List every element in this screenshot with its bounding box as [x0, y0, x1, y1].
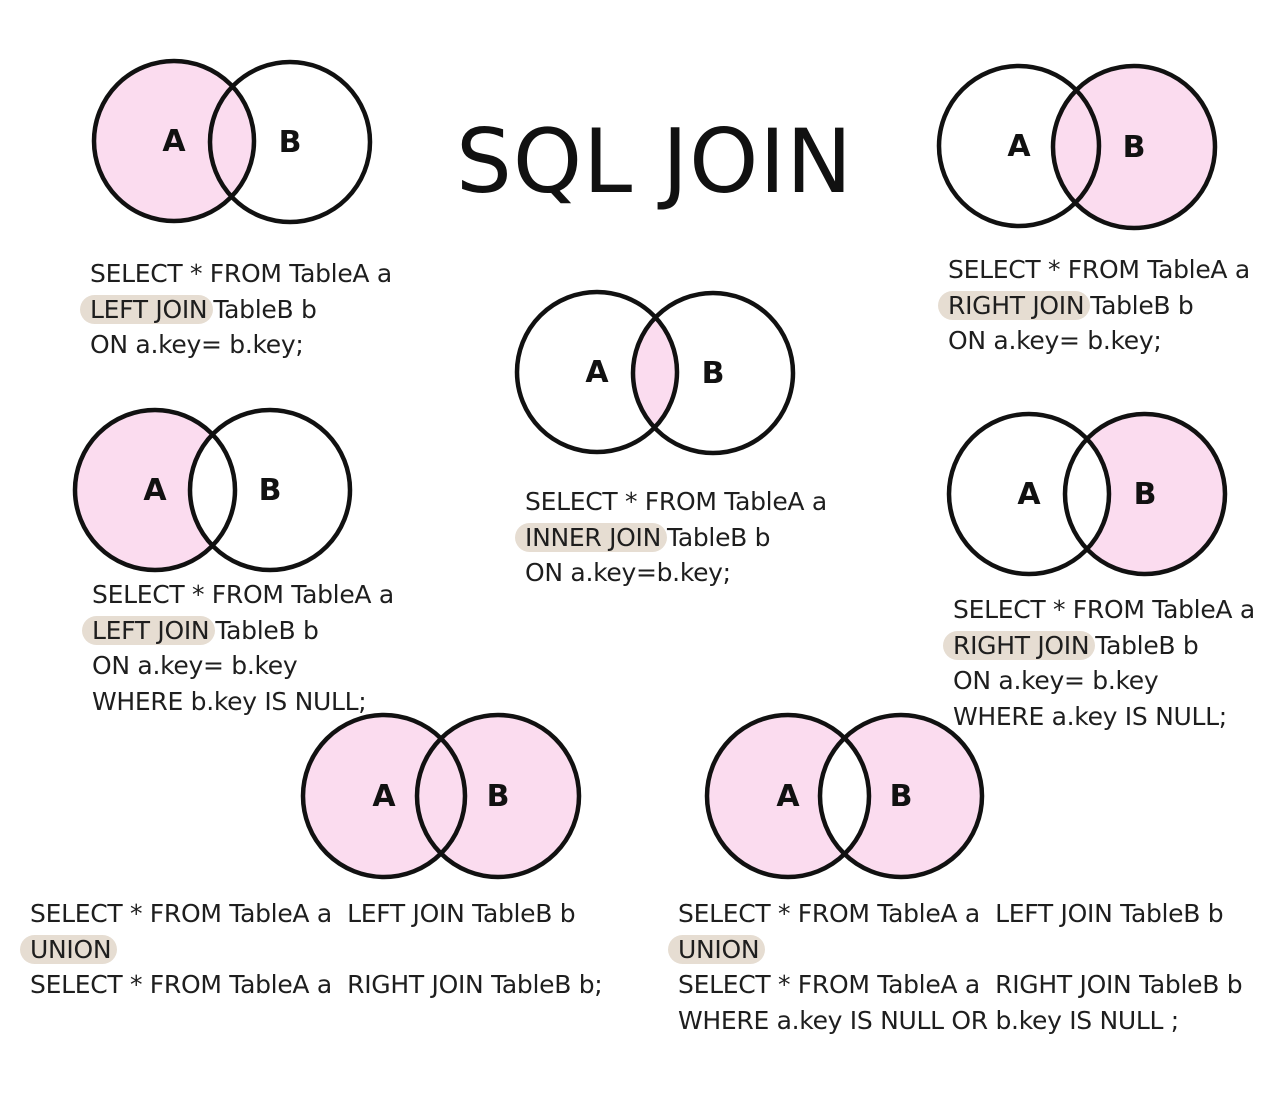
- code-text: TableB b: [1095, 630, 1199, 660]
- code-text: TableB b: [667, 522, 771, 552]
- code-line: ON a.key=b.key;: [525, 555, 827, 591]
- code-text: WHERE a.key IS NULL;: [953, 701, 1227, 731]
- code-text: SELECT * FROM TableA a: [92, 580, 394, 609]
- code-line: SELECT * FROM TableA a: [90, 256, 392, 292]
- join-keyword-highlight: RIGHT JOIN: [943, 630, 1096, 660]
- code-line: ON a.key= b.key: [92, 648, 394, 684]
- circle-label-a: A: [143, 473, 167, 508]
- left-excluding-join-venn: AB: [72, 407, 353, 573]
- join-keyword-highlight: LEFT JOIN: [80, 294, 214, 324]
- page-title: SQL JOIN: [456, 110, 854, 213]
- code-text: TableB b: [1090, 290, 1194, 320]
- inner-join-venn: AB: [514, 289, 796, 456]
- code-line: RIGHT JOIN TableB b: [943, 628, 1255, 664]
- full-outer-join-venn: AB: [300, 712, 582, 880]
- code-text: SELECT * FROM TableA a RIGHT JOIN TableB…: [30, 970, 603, 999]
- code-line: UNION: [20, 932, 602, 968]
- circle-label-b: B: [259, 473, 282, 508]
- circle-label-a: A: [372, 779, 396, 814]
- code-text: ON a.key= b.key;: [90, 330, 304, 359]
- code-line: SELECT * FROM TableA a: [953, 592, 1255, 628]
- circle-label-b: B: [890, 779, 913, 814]
- code-text: SELECT * FROM TableA a LEFT JOIN TableB …: [30, 899, 576, 928]
- full-outer-excluding-join-venn: AB: [704, 712, 985, 880]
- circle-label-b: B: [702, 356, 725, 391]
- circle-label-b: B: [1123, 130, 1146, 165]
- join-keyword-highlight: UNION: [668, 934, 766, 964]
- code-line: SELECT * FROM TableA a RIGHT JOIN TableB…: [678, 967, 1243, 1003]
- code-line: SELECT * FROM TableA a: [92, 577, 394, 613]
- code-line: LEFT JOIN TableB b: [82, 613, 394, 649]
- code-line: WHERE a.key IS NULL OR b.key IS NULL ;: [678, 1003, 1242, 1039]
- code-text: WHERE a.key IS NULL OR b.key IS NULL ;: [678, 1005, 1179, 1035]
- code-text: SELECT * FROM TableA a: [948, 255, 1250, 284]
- code-text: SELECT * FROM TableA a: [90, 259, 392, 288]
- circle-label-a: A: [1007, 129, 1031, 164]
- circle-label-b: B: [279, 125, 302, 160]
- code-line: LEFT JOIN TableB b: [80, 292, 392, 328]
- circle-label-a: A: [776, 779, 800, 814]
- inner-join-code: SELECT * FROM TableA a INNER JOIN TableB b…: [515, 484, 827, 591]
- code-text: ON a.key=b.key;: [525, 558, 731, 587]
- code-line: UNION: [668, 932, 1242, 968]
- code-text: WHERE b.key IS NULL;: [92, 686, 367, 716]
- left-excluding-join-code: SELECT * FROM TableA a LEFT JOIN TableB bO…: [82, 577, 394, 720]
- code-text: SELECT * FROM TableA a RIGHT JOIN TableB…: [678, 970, 1243, 999]
- code-line: WHERE a.key IS NULL;: [953, 699, 1255, 735]
- code-text: ON a.key= b.key: [953, 666, 1159, 695]
- circle-label-b: B: [487, 779, 510, 814]
- code-line: ON a.key= b.key: [953, 663, 1255, 699]
- circle-label-a: A: [1017, 477, 1041, 512]
- right-join-venn: AB: [936, 63, 1218, 231]
- join-keyword-highlight: RIGHT JOIN: [938, 290, 1091, 320]
- code-line: ON a.key= b.key;: [90, 327, 392, 363]
- code-line: SELECT * FROM TableA a LEFT JOIN TableB …: [678, 896, 1242, 932]
- right-join-code: SELECT * FROM TableA a RIGHT JOIN TableB b…: [938, 252, 1250, 359]
- code-text: TableB b: [215, 615, 319, 645]
- full-outer-excluding-join-code: SELECT * FROM TableA a LEFT JOIN TableB …: [668, 896, 1243, 1039]
- code-line: SELECT * FROM TableA a: [948, 252, 1250, 288]
- code-text: SELECT * FROM TableA a: [525, 487, 827, 516]
- code-line: RIGHT JOIN TableB b: [938, 288, 1250, 324]
- right-excluding-join-venn: AB: [946, 411, 1228, 577]
- join-keyword-highlight: UNION: [20, 934, 118, 964]
- left-join-code: SELECT * FROM TableA a LEFT JOIN TableB bO…: [80, 256, 392, 363]
- right-excluding-join-code: SELECT * FROM TableA a RIGHT JOIN TableB b…: [943, 592, 1255, 735]
- code-text: TableB b: [213, 294, 317, 324]
- code-text: SELECT * FROM TableA a: [953, 595, 1255, 624]
- code-line: WHERE b.key IS NULL;: [92, 684, 394, 720]
- circle-label-a: A: [585, 355, 609, 390]
- code-line: INNER JOIN TableB b: [515, 520, 827, 556]
- join-keyword-highlight: LEFT JOIN: [82, 615, 216, 645]
- left-join-venn: AB: [91, 58, 373, 225]
- code-line: SELECT * FROM TableA a RIGHT JOIN TableB…: [30, 967, 603, 1003]
- circle-label-a: A: [162, 124, 186, 159]
- code-line: ON a.key= b.key;: [948, 323, 1250, 359]
- join-keyword-highlight: INNER JOIN: [515, 522, 668, 552]
- code-text: SELECT * FROM TableA a LEFT JOIN TableB …: [678, 899, 1224, 928]
- code-line: SELECT * FROM TableA a: [525, 484, 827, 520]
- full-outer-join-code: SELECT * FROM TableA a LEFT JOIN TableB …: [20, 896, 603, 1003]
- code-line: SELECT * FROM TableA a LEFT JOIN TableB …: [30, 896, 602, 932]
- code-text: ON a.key= b.key: [92, 651, 298, 680]
- circle-label-b: B: [1134, 477, 1157, 512]
- code-text: ON a.key= b.key;: [948, 326, 1162, 355]
